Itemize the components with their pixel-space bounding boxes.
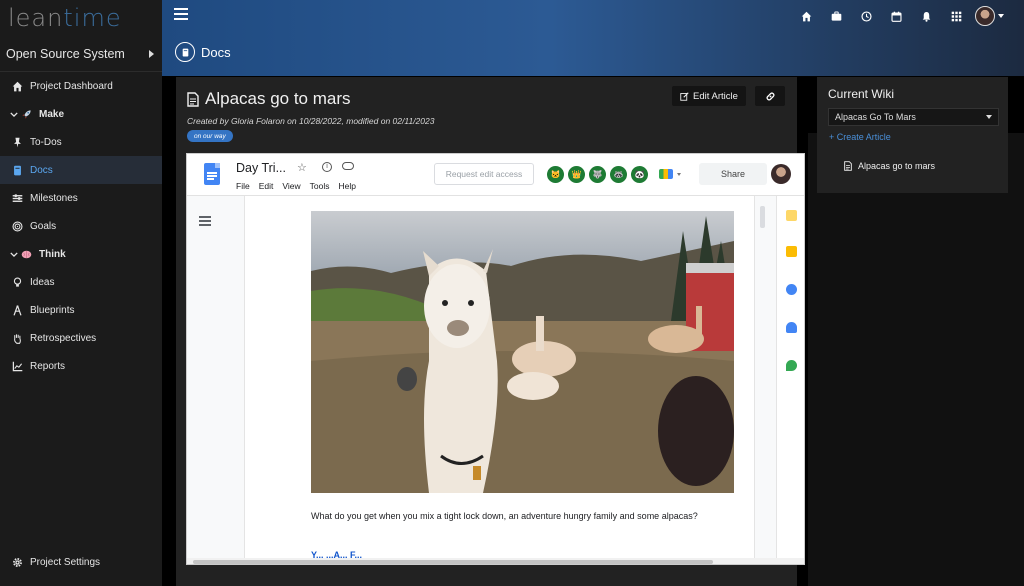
calendar-icon[interactable] [881,4,911,28]
chevron-down-icon [986,115,992,119]
hand-icon [10,331,24,345]
gdoc-side-panel [776,196,804,564]
menu-edit[interactable]: Edit [259,181,274,191]
maps-icon[interactable] [786,360,797,371]
collaborator-avatar[interactable]: 🐺 [588,165,607,184]
sidebar-item-reports[interactable]: Reports [0,352,162,380]
menu-help[interactable]: Help [338,181,355,191]
collaborator-avatar[interactable]: 🐼 [630,165,649,184]
contacts-icon[interactable] [786,322,797,333]
edit-icon [680,91,689,101]
request-edit-access-button[interactable]: Request edit access [434,163,534,185]
header: Docs [162,0,1024,76]
wiki-selector[interactable]: Alpacas Go To Mars [828,108,999,126]
page-title: Docs [175,42,231,62]
article-meta: Created by Gloria Folaron on 10/28/2022,… [187,116,435,126]
tasks-icon[interactable] [786,284,797,295]
apps-grid-icon[interactable] [941,4,971,28]
rocket-icon [19,107,33,121]
menu-view[interactable]: View [282,181,300,191]
background-area [808,133,1024,586]
wiki-panel: Current Wiki Alpacas Go To Mars + Create… [817,77,1008,193]
home-icon [10,79,24,93]
sidebar-item-retrospectives[interactable]: Retrospectives [0,324,162,352]
sidebar-item-project-dashboard[interactable]: Project Dashboard [0,72,162,100]
copy-link-button[interactable] [755,86,785,106]
outline-icon[interactable] [199,216,213,228]
article-panel: Alpacas go to mars Created by Gloria Fol… [176,77,805,586]
status-badge[interactable]: on our way [187,130,233,142]
clock-icon[interactable] [851,4,881,28]
sheets-icon[interactable] [786,210,797,221]
share-button[interactable]: Share [699,163,767,185]
briefcase-icon[interactable] [821,4,851,28]
create-article-link[interactable]: + Create Article [829,132,891,142]
gear-icon [10,555,24,569]
sidebar: leantime Open Source System Project Dash… [0,0,162,586]
article-title: Alpacas go to mars [187,89,351,109]
compass-icon [10,303,24,317]
chevron-down-icon [10,247,18,261]
chevron-down-icon[interactable] [677,173,681,176]
gdoc-body-text: What do you get when you mix a tight loc… [311,511,698,521]
sidebar-nav: Project Dashboard Make To-Dos Docs Miles… [0,72,162,380]
keep-icon[interactable] [786,246,797,257]
google-docs-icon[interactable] [204,163,220,185]
project-selector[interactable]: Open Source System [0,36,162,72]
chevron-right-icon [149,49,154,58]
sidebar-group-make[interactable]: Make [0,100,162,128]
sidebar-item-project-settings[interactable]: Project Settings [0,548,162,576]
wiki-title: Current Wiki [828,87,895,101]
chart-icon [10,359,24,373]
book-icon [175,42,195,62]
lightbulb-icon [10,275,24,289]
target-icon [10,219,24,233]
gdoc-user-avatar[interactable] [771,164,791,184]
leantime-logo[interactable]: leantime [0,0,162,36]
home-icon[interactable] [791,4,821,28]
user-avatar[interactable] [975,6,995,26]
menu-file[interactable]: File [236,181,250,191]
sidebar-item-milestones[interactable]: Milestones [0,184,162,212]
gdoc-page[interactable]: What do you get when you mix a tight loc… [244,196,755,564]
plus-icon: + [829,132,835,142]
collaborator-avatar[interactable]: 👑 [567,165,586,184]
pin-icon [10,135,24,149]
embedded-google-doc[interactable]: Day Tri... ☆ i File Edit View Tools Help… [186,153,805,565]
document-icon [187,91,199,107]
sidebar-group-think[interactable]: Think [0,240,162,268]
edit-article-button[interactable]: Edit Article [672,86,746,106]
sidebar-item-blueprints[interactable]: Blueprints [0,296,162,324]
collaborator-avatars: 🐱 👑 🐺 🦝 🐼 [546,165,649,184]
gdoc-menu: File Edit View Tools Help [236,181,356,191]
wiki-article-item[interactable]: Alpacas go to mars [844,161,935,171]
info-icon[interactable]: i [322,162,332,172]
book-icon [10,163,24,177]
document-icon [844,161,852,171]
sidebar-item-ideas[interactable]: Ideas [0,268,162,296]
link-icon [765,91,775,101]
gdoc-toolbar: Day Tri... ☆ i File Edit View Tools Help… [187,154,804,196]
cloud-icon[interactable] [342,162,354,170]
meet-icon[interactable] [659,169,673,179]
top-toolbar [791,4,1004,28]
menu-tools[interactable]: Tools [310,181,330,191]
collaborator-avatar[interactable]: 🦝 [609,165,628,184]
star-icon[interactable]: ☆ [297,161,307,174]
sliders-icon [10,191,24,205]
vertical-scrollbar[interactable] [760,206,765,228]
bell-icon[interactable] [911,4,941,28]
gdoc-title[interactable]: Day Tri... [236,161,286,175]
sidebar-item-to-dos[interactable]: To-Dos [0,128,162,156]
alpaca-photo [311,211,734,493]
collaborator-avatar[interactable]: 🐱 [546,165,565,184]
sidebar-item-docs[interactable]: Docs [0,156,162,184]
chevron-down-icon [10,107,18,121]
sidebar-item-goals[interactable]: Goals [0,212,162,240]
menu-toggle-icon[interactable] [174,8,188,20]
chevron-down-icon[interactable] [998,14,1004,18]
project-name: Open Source System [6,46,125,61]
horizontal-scrollbar[interactable] [187,558,804,564]
brain-icon [19,247,33,261]
